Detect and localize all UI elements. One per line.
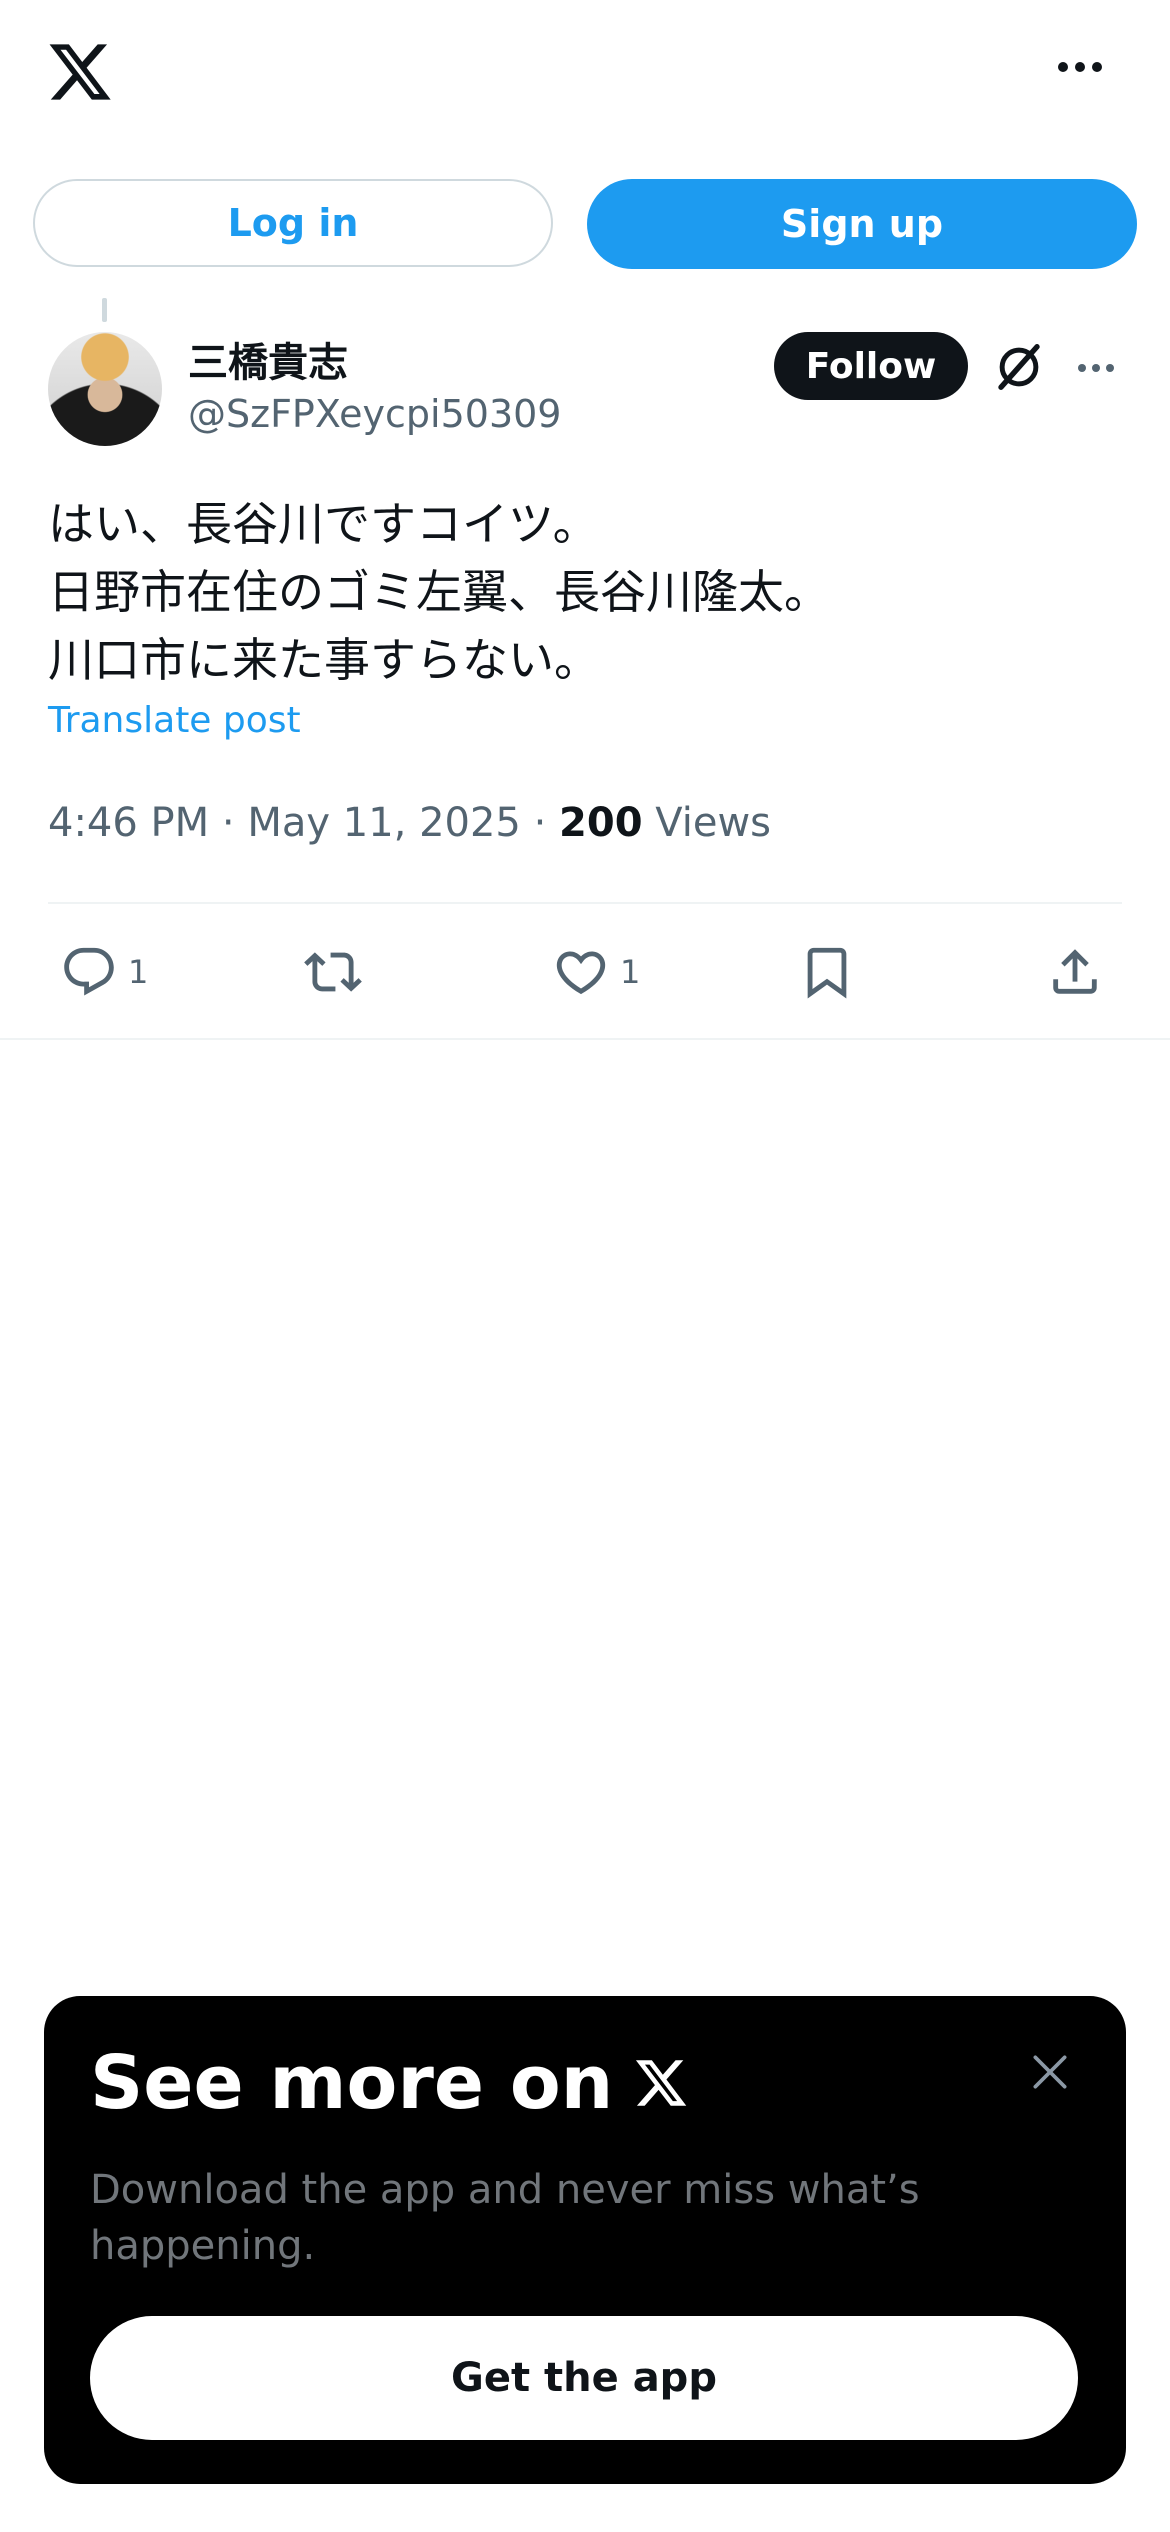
repost-icon bbox=[304, 952, 362, 992]
post-text-line: 日野市在住のゴミ左翼、長谷川隆太。 bbox=[48, 565, 830, 619]
banner-title: See more on bbox=[90, 2040, 689, 2126]
post-actions: 1 1 bbox=[0, 930, 1170, 1014]
author-name[interactable]: 三橋貴志 bbox=[188, 330, 348, 388]
like-button[interactable]: 1 bbox=[552, 930, 640, 1014]
post-date[interactable]: May 11, 2025 bbox=[247, 800, 521, 846]
reply-button[interactable]: 1 bbox=[60, 930, 148, 1014]
post-text-line: 川口市に来た事すらない。 bbox=[48, 633, 600, 687]
grok-icon[interactable] bbox=[992, 340, 1046, 394]
heart-icon bbox=[556, 951, 606, 995]
divider bbox=[0, 1038, 1170, 1040]
post-text: はい、長谷川ですコイツ。 日野市在住のゴミ左翼、長谷川隆太。 川口市に来た事すら… bbox=[48, 490, 1128, 694]
bookmark-icon bbox=[807, 947, 847, 999]
share-button[interactable] bbox=[1046, 930, 1104, 1014]
reply-count: 1 bbox=[128, 953, 149, 991]
banner-title-text: See more on bbox=[90, 2040, 614, 2126]
x-logo-icon[interactable] bbox=[44, 38, 116, 106]
signup-button[interactable]: Sign up bbox=[587, 179, 1137, 269]
more-options-icon[interactable] bbox=[1058, 62, 1102, 72]
app-promo-banner: See more on Download the app and never m… bbox=[44, 1996, 1126, 2484]
get-the-app-button[interactable]: Get the app bbox=[90, 2316, 1078, 2440]
views-label: Views bbox=[655, 800, 772, 846]
share-icon bbox=[1053, 949, 1097, 994]
post-more-icon[interactable] bbox=[1078, 364, 1114, 372]
author-handle[interactable]: @SzFPXeycpi50309 bbox=[188, 392, 562, 436]
like-count: 1 bbox=[620, 953, 641, 991]
meta-separator: · bbox=[533, 800, 547, 846]
thread-line bbox=[102, 298, 107, 322]
post-time[interactable]: 4:46 PM bbox=[48, 800, 209, 846]
follow-button[interactable]: Follow bbox=[774, 332, 968, 400]
login-button[interactable]: Log in bbox=[33, 179, 553, 267]
close-icon[interactable] bbox=[1028, 2050, 1072, 2094]
avatar[interactable] bbox=[48, 332, 162, 446]
meta-separator: · bbox=[221, 800, 235, 846]
banner-subtitle: Download the app and never miss what’s h… bbox=[90, 2167, 920, 2269]
translate-post-link[interactable]: Translate post bbox=[48, 700, 301, 741]
x-logo-icon bbox=[636, 2060, 687, 2106]
views-count: 200 bbox=[559, 800, 643, 846]
divider bbox=[48, 902, 1122, 904]
post-text-line: はい、長谷川ですコイツ。 bbox=[48, 497, 599, 551]
post-meta: 4:46 PM · May 11, 2025 · 200 Views bbox=[48, 800, 771, 846]
bookmark-button[interactable] bbox=[798, 930, 856, 1014]
reply-icon bbox=[64, 947, 114, 996]
repost-button[interactable] bbox=[304, 930, 362, 1014]
